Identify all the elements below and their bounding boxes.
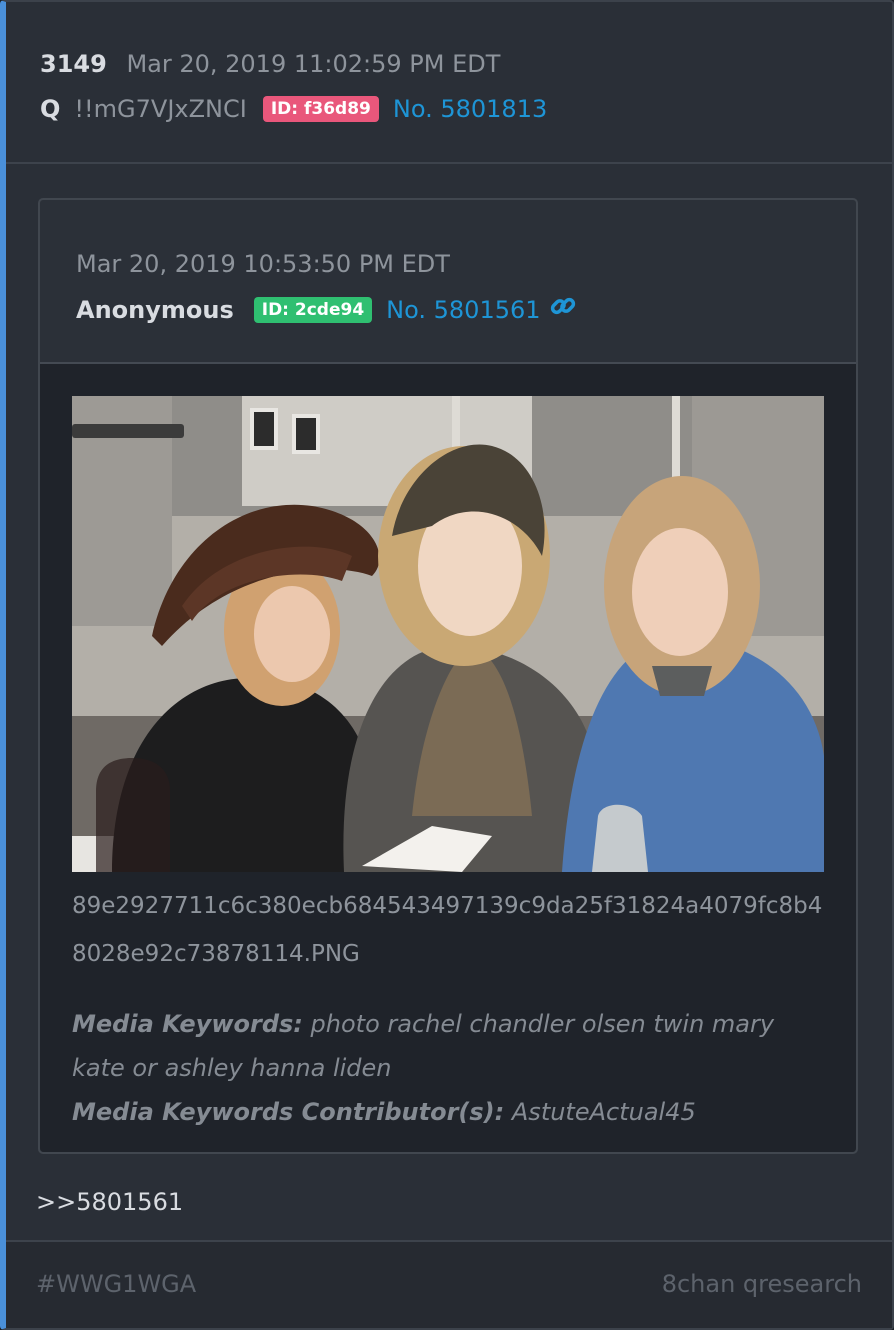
tripcode: !!mG7VJxZNCI [74,95,247,123]
contributors-label: Media Keywords Contributor(s): [72,1098,505,1126]
post-timestamp: Mar 20, 2019 11:02:59 PM EDT [126,50,501,78]
post-meta-line: 3149 Mar 20, 2019 11:02:59 PM EDT [40,48,500,80]
quoted-timestamp: Mar 20, 2019 10:53:50 PM EDT [76,250,450,278]
author-name: Q [40,95,61,123]
post-author-line: Q !!mG7VJxZNCI ID: f36d89 No. 5801813 [40,93,547,125]
media-keywords-block: Media Keywords: photo rachel chandler ol… [72,1002,832,1134]
hashtag: #WWG1WGA [36,1270,197,1298]
quoted-post: Mar 20, 2019 10:53:50 PM EDT Anonymous I… [38,198,858,1154]
quoted-post-header: Mar 20, 2019 10:53:50 PM EDT Anonymous I… [40,200,856,364]
quoted-author: Anonymous [76,296,234,324]
source-label: 8chan qresearch [661,1270,862,1298]
post-image[interactable] [72,396,824,872]
reply-reference[interactable]: >>5801561 [36,1188,183,1216]
contributors-value: AstuteActual45 [511,1098,696,1126]
quoted-post-body: 89e2927711c6c380ecb684543497139c9da25f31… [40,364,856,1152]
post-header: 3149 Mar 20, 2019 11:02:59 PM EDT Q !!mG… [6,2,892,164]
quoted-id-badge: ID: 2cde94 [253,297,373,323]
post-number: 3149 [40,50,107,78]
keywords-label: Media Keywords: [72,1010,303,1038]
post-footer: #WWG1WGA 8chan qresearch [6,1240,892,1328]
quoted-post-link[interactable]: No. 5801561 [386,294,540,326]
post-card: 3149 Mar 20, 2019 11:02:59 PM EDT Q !!mG… [0,0,894,1330]
image-filename[interactable]: 89e2927711c6c380ecb684543497139c9da25f31… [72,882,832,978]
post-number-link[interactable]: No. 5801813 [393,93,547,125]
chain-link-icon[interactable] [549,292,577,328]
id-badge: ID: f36d89 [262,96,379,122]
